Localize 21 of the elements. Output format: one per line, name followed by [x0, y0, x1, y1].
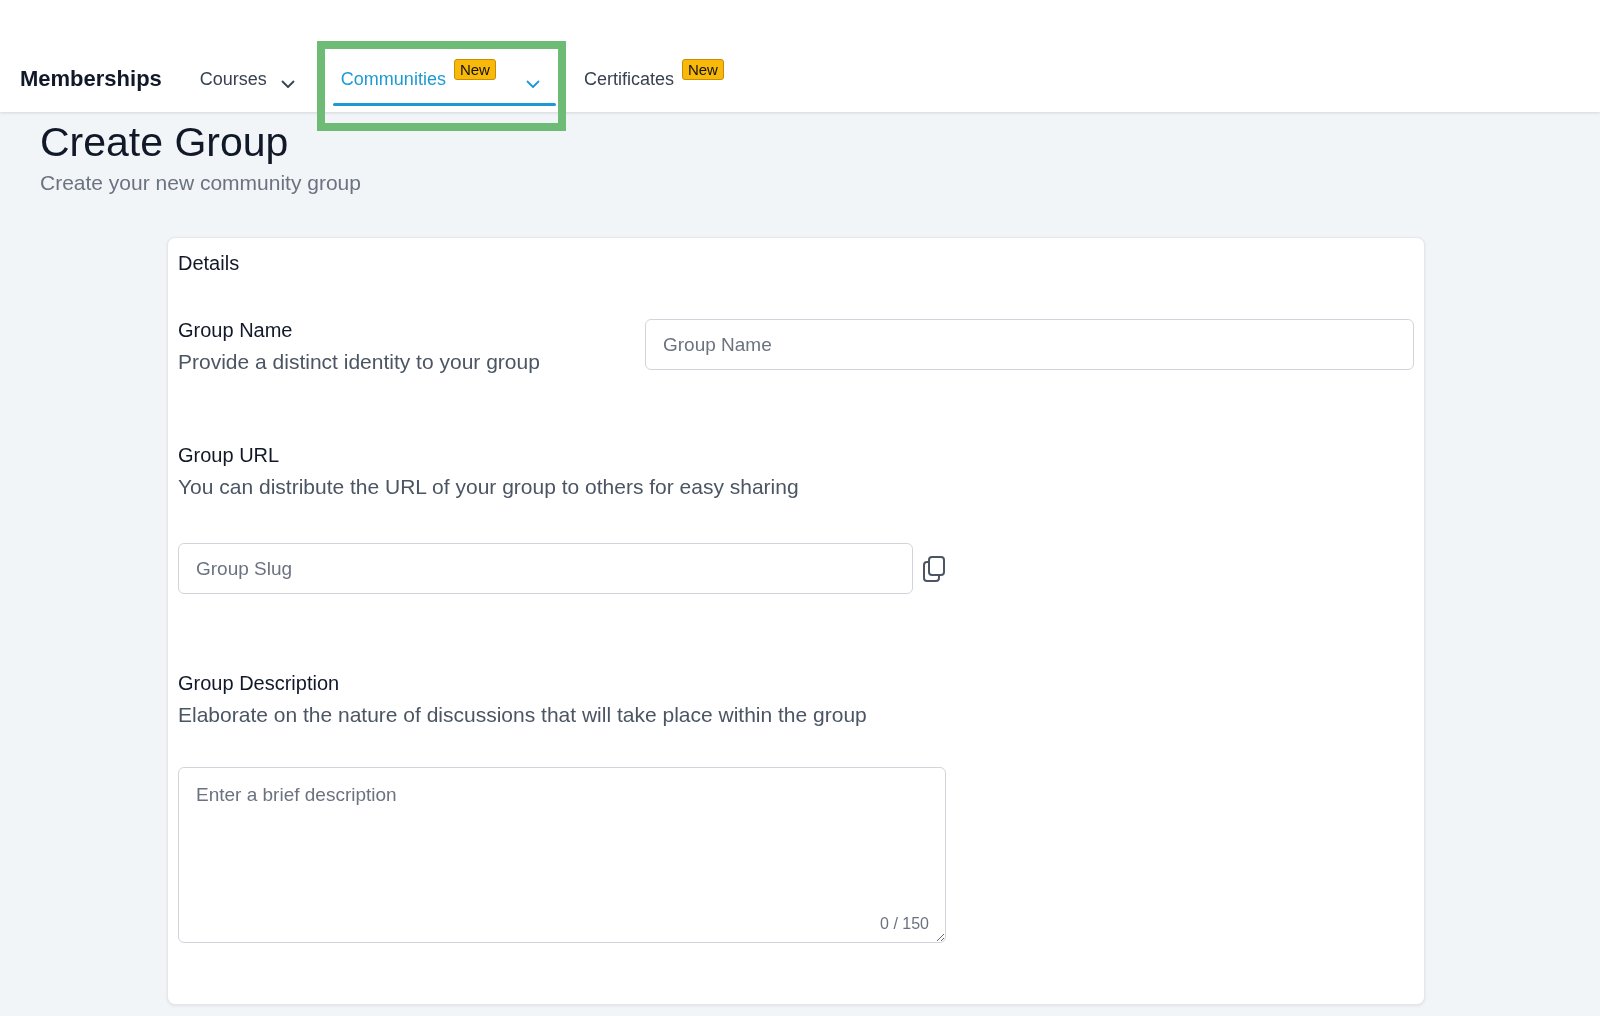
chevron-down-icon	[280, 79, 295, 89]
chevron-down-icon	[525, 79, 540, 89]
page-title: Create Group	[40, 118, 290, 167]
new-badge: New	[681, 58, 724, 80]
nav-tab[interactable]: Certificates New	[583, 0, 732, 112]
card-title: Details	[178, 252, 241, 276]
field-label: Group URL	[178, 444, 281, 468]
character-counter: 0 / 150	[880, 915, 929, 934]
field-label: Group Description	[178, 672, 341, 696]
nav-tab[interactable]: Communities New	[332, 0, 556, 112]
field-label: Group Name	[178, 319, 294, 343]
field-hint: You can distribute the URL of your group to others for easy sharing	[178, 475, 800, 500]
new-badge: New	[453, 58, 496, 80]
group-slug-field[interactable]: Group Slug	[178, 543, 913, 595]
brand-title: Memberships	[20, 65, 162, 92]
group-name-field[interactable]: Group Name	[645, 319, 1414, 371]
copy-icon[interactable]	[923, 555, 945, 582]
field-hint: Elaborate on the nature of discussions that will take place within the group	[178, 703, 868, 728]
field-hint: Provide a distinct identity to your group	[178, 350, 540, 375]
page-subtitle: Create your new community group	[40, 171, 362, 196]
nav-tab[interactable]: Courses	[199, 0, 303, 112]
